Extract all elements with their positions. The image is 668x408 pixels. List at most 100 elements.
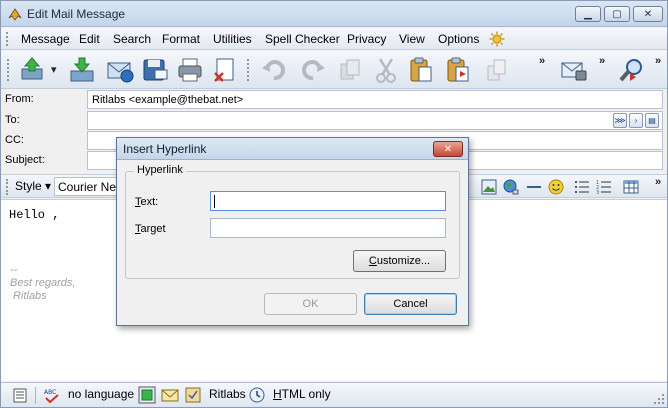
format-toolbar-grip[interactable] [6, 179, 9, 195]
format-overflow[interactable]: » [655, 176, 661, 188]
sun-icon[interactable] [489, 31, 505, 47]
menu-message[interactable]: Message [21, 32, 70, 46]
menu-search[interactable]: Search [113, 32, 151, 46]
resize-grip-icon[interactable] [653, 393, 665, 405]
paste-disabled-icon [487, 59, 506, 81]
copy-button[interactable] [335, 55, 365, 85]
title-bar: Edit Mail Message ▁ ▢ ✕ [1, 1, 667, 27]
target-input[interactable] [210, 218, 446, 238]
close-button[interactable]: ✕ [633, 6, 663, 22]
menu-utilities[interactable]: Utilities [213, 32, 252, 46]
minimize-button[interactable]: ▁ [575, 6, 601, 22]
numbered-list-icon[interactable]: 123 [595, 178, 613, 196]
text-input[interactable] [210, 191, 446, 211]
toolbar-overflow-2[interactable]: » [599, 55, 605, 67]
text-label: Text: [135, 196, 158, 208]
printer-icon [178, 58, 202, 82]
format-mode-status[interactable]: HTML only [273, 387, 331, 401]
from-field[interactable]: Ritlabs <example@thebat.net> [87, 90, 663, 109]
account-status[interactable]: Ritlabs [209, 387, 246, 401]
menu-options[interactable]: Options [438, 32, 479, 46]
target-label: Target [135, 223, 166, 235]
redo-button[interactable] [298, 55, 328, 85]
status-bar: ABC no language Ritlabs HTML only [1, 382, 667, 407]
cc-label: CC: [5, 134, 24, 146]
receipt-icon[interactable] [184, 386, 202, 404]
toolbar-overflow-3[interactable]: » [655, 55, 661, 67]
menu-edit[interactable]: Edit [79, 32, 100, 46]
dialog-close-button[interactable]: ✕ [433, 141, 463, 157]
font-selector[interactable]: Courier New [54, 177, 124, 196]
customize-button[interactable]: Customize... [353, 250, 446, 272]
toolbar-grip[interactable] [7, 59, 10, 81]
to-row: To: ⋙ › ▤ [1, 111, 667, 131]
cancel-button[interactable]: Cancel [364, 293, 457, 315]
main-toolbar: ▾ » » » [1, 51, 667, 89]
menu-view[interactable]: View [399, 32, 425, 46]
to-label: To: [5, 114, 20, 126]
close-icon: ✕ [443, 143, 453, 155]
customize-accel: C [368, 255, 377, 267]
style-dropdown[interactable]: Style ▾ [15, 179, 51, 193]
address-book-search-button[interactable] [617, 55, 647, 85]
magnifier-icon [619, 59, 642, 82]
floppy-envelope-icon [143, 59, 168, 81]
menu-privacy[interactable]: Privacy [347, 32, 386, 46]
send-later-button[interactable] [105, 55, 135, 85]
envelope-check-icon[interactable] [161, 386, 179, 404]
clipboard-icon [410, 57, 432, 82]
menu-bar: Message Edit Search Format Utilities Spe… [1, 28, 667, 50]
double-chevron-icon: ⋙ [614, 116, 626, 125]
minimize-icon: ▁ [584, 8, 592, 20]
ok-button[interactable]: OK [264, 293, 357, 315]
insert-image-icon[interactable] [480, 178, 498, 196]
send-dropdown-arrow[interactable]: ▾ [51, 63, 57, 76]
paste-special-button[interactable] [481, 55, 511, 85]
clock-icon[interactable] [248, 386, 266, 404]
discard-page-icon [214, 58, 234, 82]
signature: -- Best regards, Ritlabs [10, 264, 75, 303]
close-icon: ✕ [643, 8, 653, 20]
body-greeting: Hello , [9, 208, 60, 222]
address-book-icon: ▤ [648, 116, 656, 125]
bullet-list-icon[interactable] [573, 178, 591, 196]
account-mail-button[interactable] [559, 55, 589, 85]
menubar-grip[interactable] [6, 32, 9, 46]
toolbar-separator [247, 59, 250, 81]
window-title: Edit Mail Message [27, 7, 126, 21]
target-label-rest: arget [140, 223, 166, 235]
dialog-title-bar[interactable]: Insert Hyperlink ✕ [117, 138, 468, 160]
from-row: From: Ritlabs <example@thebat.net> [1, 90, 667, 110]
redo-icon [302, 60, 325, 81]
send-queue-button[interactable] [17, 55, 47, 85]
language-status[interactable]: no language [68, 387, 134, 401]
to-next-button[interactable]: › [629, 113, 643, 128]
menu-spell-checker[interactable]: Spell Checker [265, 32, 340, 46]
smiley-icon[interactable] [547, 178, 565, 196]
to-field[interactable] [87, 111, 663, 130]
copy-icon [340, 59, 360, 80]
menu-format[interactable]: Format [162, 32, 200, 46]
to-expand-button[interactable]: ⋙ [613, 113, 627, 128]
clipboard-arrow-icon [447, 57, 469, 82]
save-draft-button[interactable] [140, 55, 170, 85]
document-icon[interactable] [11, 386, 29, 404]
undo-button[interactable] [259, 55, 289, 85]
globe-link-icon[interactable] [502, 178, 520, 196]
format-mode-rest: TML only [281, 387, 331, 401]
toolbar-overflow-1[interactable]: » [539, 55, 545, 67]
paste-button[interactable] [406, 55, 436, 85]
green-square-icon[interactable] [138, 386, 156, 404]
save-to-outbox-button[interactable] [67, 55, 97, 85]
envelope-clock-icon [107, 62, 134, 83]
paste-quoted-button[interactable] [443, 55, 473, 85]
horizontal-line-icon[interactable] [525, 178, 543, 196]
maximize-button[interactable]: ▢ [604, 6, 630, 22]
customize-label-rest: ustomize... [376, 255, 431, 267]
spellcheck-icon[interactable]: ABC [43, 386, 61, 404]
table-icon[interactable] [622, 178, 640, 196]
print-button[interactable] [175, 55, 205, 85]
cut-button[interactable] [371, 55, 401, 85]
discard-button[interactable] [210, 55, 240, 85]
address-book-button[interactable]: ▤ [645, 113, 659, 128]
